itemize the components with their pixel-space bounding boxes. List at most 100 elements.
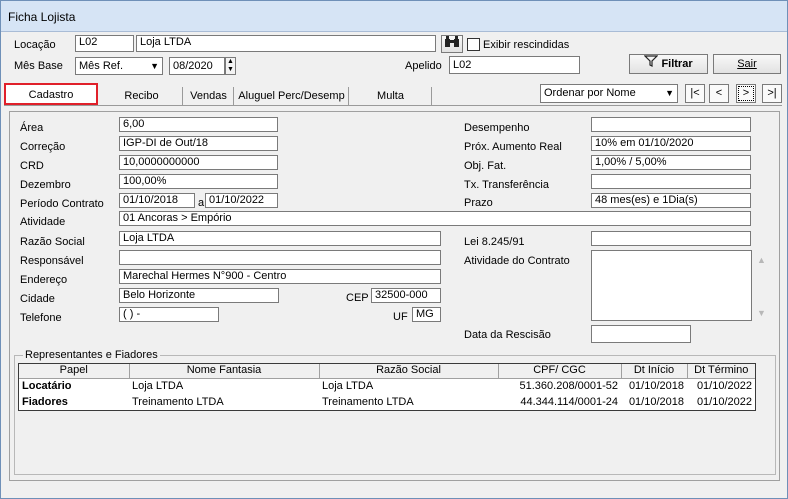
mes-base-date-field[interactable]: 08/2020 xyxy=(169,57,225,75)
window-title: Ficha Lojista xyxy=(8,10,76,24)
endereco-label: Endereço xyxy=(20,274,68,286)
column-header-dt-termino[interactable]: Dt Término xyxy=(687,364,755,379)
exibir-rescindidas-checkbox[interactable] xyxy=(467,38,480,51)
mes-base-spinner[interactable]: ▲ ▼ xyxy=(225,57,236,75)
column-header-dt-inicio[interactable]: Dt Início xyxy=(621,364,688,379)
periodo-contrato-label: Período Contrato xyxy=(20,198,104,210)
cell-dt-termino: 01/10/2022 xyxy=(696,396,752,408)
column-header-cpf-cgc[interactable]: CPF/ CGC xyxy=(498,364,622,379)
responsavel-label: Responsável xyxy=(20,255,84,267)
order-select-value: Ordenar por Nome xyxy=(544,87,636,99)
mes-base-label: Mês Base xyxy=(14,60,63,72)
correcao-field[interactable]: IGP-DI de Out/18 xyxy=(119,136,278,151)
obj-fat-field[interactable]: 1,00% / 5,00% xyxy=(591,155,751,170)
razao-social-label: Razão Social xyxy=(20,236,85,248)
cell-papel: Fiadores xyxy=(22,396,68,408)
cep-field[interactable]: 32500-000 xyxy=(371,288,441,303)
scroll-down-icon[interactable]: ▼ xyxy=(757,308,766,318)
prox-aumento-label: Próx. Aumento Real xyxy=(464,141,562,153)
title-bar: Ficha Lojista xyxy=(1,1,787,32)
representantes-title: Representantes e Fiadores xyxy=(23,349,160,361)
nav-first-button[interactable]: |< xyxy=(685,84,705,103)
tx-transferencia-field[interactable] xyxy=(591,174,751,189)
cell-razao-social: Treinamento LTDA xyxy=(322,396,414,408)
chevron-down-icon: ▼ xyxy=(665,88,674,98)
column-header-papel[interactable]: Papel xyxy=(19,364,130,379)
data-rescisao-label: Data da Rescisão xyxy=(464,329,551,341)
spin-down-icon[interactable]: ▼ xyxy=(226,66,235,74)
mes-base-select-value: Mês Ref. xyxy=(79,60,124,72)
tab-multa[interactable]: Multa xyxy=(350,87,432,105)
tab-recibo[interactable]: Recibo xyxy=(101,87,183,105)
filter-icon xyxy=(643,55,659,73)
uf-field[interactable]: MG xyxy=(412,307,441,322)
desempenho-field[interactable] xyxy=(591,117,751,132)
table-row[interactable]: Fiadores Treinamento LTDA Treinamento LT… xyxy=(19,394,755,410)
cell-nome-fantasia: Treinamento LTDA xyxy=(132,396,224,408)
filtrar-button[interactable]: Filtrar xyxy=(629,54,708,74)
periodo-inicio-field[interactable]: 01/10/2018 xyxy=(119,193,195,208)
tab-aluguel-perc-desemp[interactable]: Aluguel Perc/Desemp xyxy=(235,87,349,105)
telefone-field[interactable]: ( ) - xyxy=(119,307,219,322)
prazo-label: Prazo xyxy=(464,197,493,209)
atividade-field[interactable]: 01 Ancoras > Empório xyxy=(119,211,751,226)
cell-dt-inicio: 01/10/2018 xyxy=(628,396,684,408)
table-header-row: Papel Nome Fantasia Razão Social CPF/ CG… xyxy=(19,364,755,379)
desempenho-label: Desempenho xyxy=(464,122,530,134)
cell-papel: Locatário xyxy=(22,380,72,393)
area-label: Área xyxy=(20,122,44,134)
prox-aumento-field[interactable]: 10% em 01/10/2020 xyxy=(591,136,751,151)
locacao-name-field[interactable]: Loja LTDA xyxy=(136,35,436,52)
spin-up-icon[interactable]: ▲ xyxy=(226,58,235,66)
atividade-contrato-textarea[interactable] xyxy=(591,250,752,321)
telefone-label: Telefone xyxy=(20,312,62,324)
tab-cadastro[interactable]: Cadastro xyxy=(4,83,98,105)
locacao-code-field[interactable]: L02 xyxy=(75,35,134,52)
dezembro-field[interactable]: 100,00% xyxy=(119,174,278,189)
binoculars-search-button[interactable] xyxy=(441,35,463,53)
apelido-field[interactable]: L02 xyxy=(449,56,580,74)
atividade-contrato-label: Atividade do Contrato xyxy=(464,255,570,267)
cell-nome-fantasia: Loja LTDA xyxy=(132,380,184,393)
lei-field[interactable] xyxy=(591,231,751,246)
cell-dt-termino: 01/10/2022 xyxy=(696,380,752,393)
apelido-label: Apelido xyxy=(405,60,442,72)
tab-strip-line xyxy=(4,105,782,106)
filtrar-label: Filtrar xyxy=(661,58,693,70)
cep-label: CEP xyxy=(346,292,369,304)
ficha-lojista-window: Ficha Lojista Locação L02 Loja LTDA Exib… xyxy=(0,0,788,499)
periodo-fim-field[interactable]: 01/10/2022 xyxy=(205,193,278,208)
order-select[interactable]: Ordenar por Nome ▼ xyxy=(540,84,678,103)
nav-last-button[interactable]: >| xyxy=(762,84,782,103)
scroll-up-icon[interactable]: ▲ xyxy=(757,255,766,265)
razao-social-field[interactable]: Loja LTDA xyxy=(119,231,441,246)
crd-label: CRD xyxy=(20,160,44,172)
tx-transferencia-label: Tx. Transferência xyxy=(464,179,549,191)
chevron-down-icon: ▼ xyxy=(150,61,159,71)
locacao-label: Locação xyxy=(14,39,56,51)
sair-button[interactable]: Sair xyxy=(713,54,781,74)
nav-prev-button[interactable]: < xyxy=(709,84,729,103)
mes-base-select[interactable]: Mês Ref. ▼ xyxy=(75,57,163,75)
cidade-field[interactable]: Belo Horizonte xyxy=(119,288,279,303)
crd-field[interactable]: 10,0000000000 xyxy=(119,155,278,170)
responsavel-field[interactable] xyxy=(119,250,441,265)
data-rescisao-field[interactable] xyxy=(591,325,691,343)
cell-razao-social: Loja LTDA xyxy=(322,380,374,393)
nav-next-button[interactable]: > xyxy=(736,84,756,103)
cidade-label: Cidade xyxy=(20,293,55,305)
correcao-label: Correção xyxy=(20,141,66,153)
column-header-razao-social[interactable]: Razão Social xyxy=(319,364,499,379)
uf-label: UF xyxy=(393,311,408,323)
endereco-field[interactable]: Marechal Hermes N°900 - Centro xyxy=(119,269,441,284)
atividade-label: Atividade xyxy=(20,216,66,228)
periodo-sep-label: a xyxy=(198,197,205,209)
table-row[interactable]: Locatário Loja LTDA Loja LTDA 51.360.208… xyxy=(19,378,755,394)
representantes-table[interactable]: Papel Nome Fantasia Razão Social CPF/ CG… xyxy=(18,363,756,411)
tab-vendas[interactable]: Vendas xyxy=(184,87,234,105)
lei-label: Lei 8.245/91 xyxy=(464,236,525,248)
prazo-field[interactable]: 48 mes(es) e 1Dia(s) xyxy=(591,193,751,208)
area-field[interactable]: 6,00 xyxy=(119,117,278,132)
column-header-nome-fantasia[interactable]: Nome Fantasia xyxy=(129,364,320,379)
cell-cpf-cgc: 51.360.208/0001-52 xyxy=(519,380,618,393)
